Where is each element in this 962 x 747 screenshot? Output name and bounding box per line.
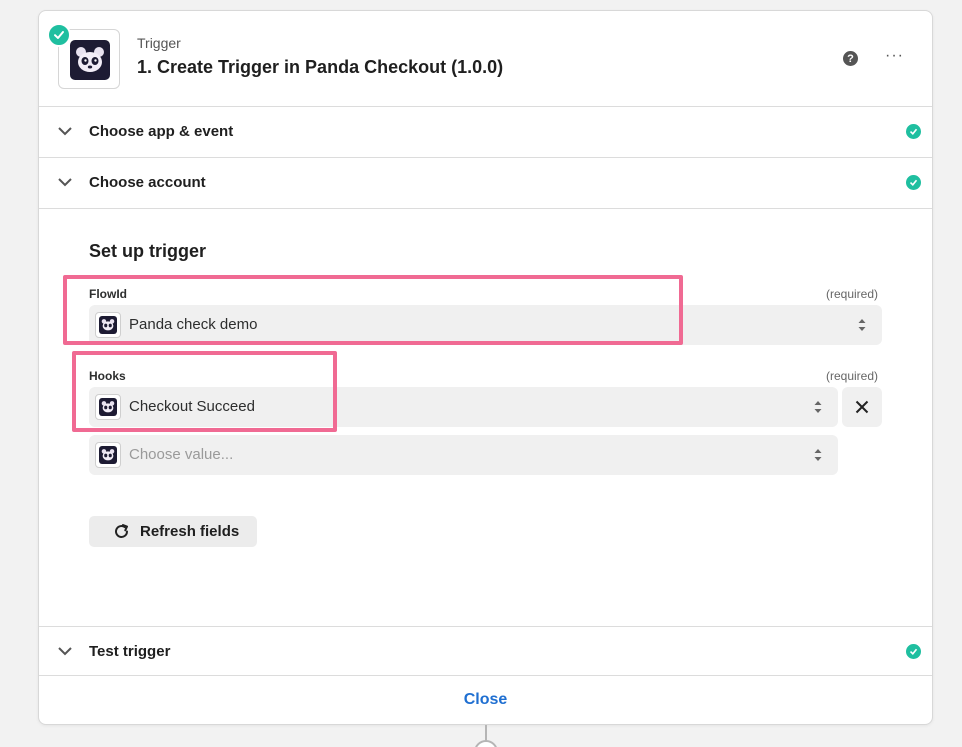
section-label: Test trigger xyxy=(89,643,171,660)
close-icon xyxy=(855,400,869,414)
hooks-label: Hooks xyxy=(89,369,126,383)
panda-app-icon xyxy=(70,40,110,80)
refresh-fields-button[interactable]: Refresh fields xyxy=(89,516,257,547)
step-header: Trigger 1. Create Trigger in Panda Check… xyxy=(39,11,932,107)
hooks-add-value-select[interactable]: Choose value... xyxy=(89,435,838,475)
panda-app-icon xyxy=(95,394,121,420)
refresh-icon xyxy=(115,524,128,538)
section-choose-app-event[interactable]: Choose app & event xyxy=(39,107,932,158)
section-test-trigger[interactable]: Test trigger xyxy=(39,626,932,676)
flowid-label: FlowId xyxy=(89,287,127,301)
step-title[interactable]: 1. Create Trigger in Panda Checkout (1.0… xyxy=(137,57,503,78)
flowid-required-label: (required) xyxy=(826,287,879,301)
hooks-value: Checkout Succeed xyxy=(129,398,255,415)
complete-check-icon xyxy=(906,175,921,190)
hooks-placeholder: Choose value... xyxy=(129,446,234,463)
panda-app-icon xyxy=(95,442,121,468)
flowid-select[interactable]: Panda check demo xyxy=(89,305,882,345)
complete-check-icon xyxy=(906,124,921,139)
chevron-down-icon xyxy=(58,178,72,187)
hooks-select[interactable]: Checkout Succeed xyxy=(89,387,838,427)
select-updown-icon xyxy=(814,401,822,413)
complete-check-icon xyxy=(906,644,921,659)
remove-value-button[interactable] xyxy=(842,387,882,427)
more-options-icon[interactable]: ··· xyxy=(885,47,904,65)
trigger-step-card: Trigger 1. Create Trigger in Panda Check… xyxy=(38,10,933,725)
select-updown-icon xyxy=(858,319,866,331)
chevron-down-icon xyxy=(58,647,72,656)
select-updown-icon xyxy=(814,449,822,461)
section-label: Choose account xyxy=(89,174,206,191)
section-choose-account[interactable]: Choose account xyxy=(39,158,932,209)
panda-app-icon xyxy=(95,312,121,338)
hooks-required-label: (required) xyxy=(826,369,879,383)
section-label: Choose app & event xyxy=(89,123,234,140)
footer: Close xyxy=(39,676,932,726)
step-type-label: Trigger xyxy=(137,35,181,51)
chevron-down-icon xyxy=(58,127,72,136)
refresh-fields-label: Refresh fields xyxy=(140,523,240,540)
help-icon[interactable]: ? xyxy=(843,51,858,66)
add-step-connector[interactable] xyxy=(474,740,498,747)
flowid-value: Panda check demo xyxy=(129,316,258,333)
setup-trigger-heading: Set up trigger xyxy=(89,241,207,261)
step-complete-check-icon xyxy=(47,23,71,47)
close-button[interactable]: Close xyxy=(39,691,932,709)
